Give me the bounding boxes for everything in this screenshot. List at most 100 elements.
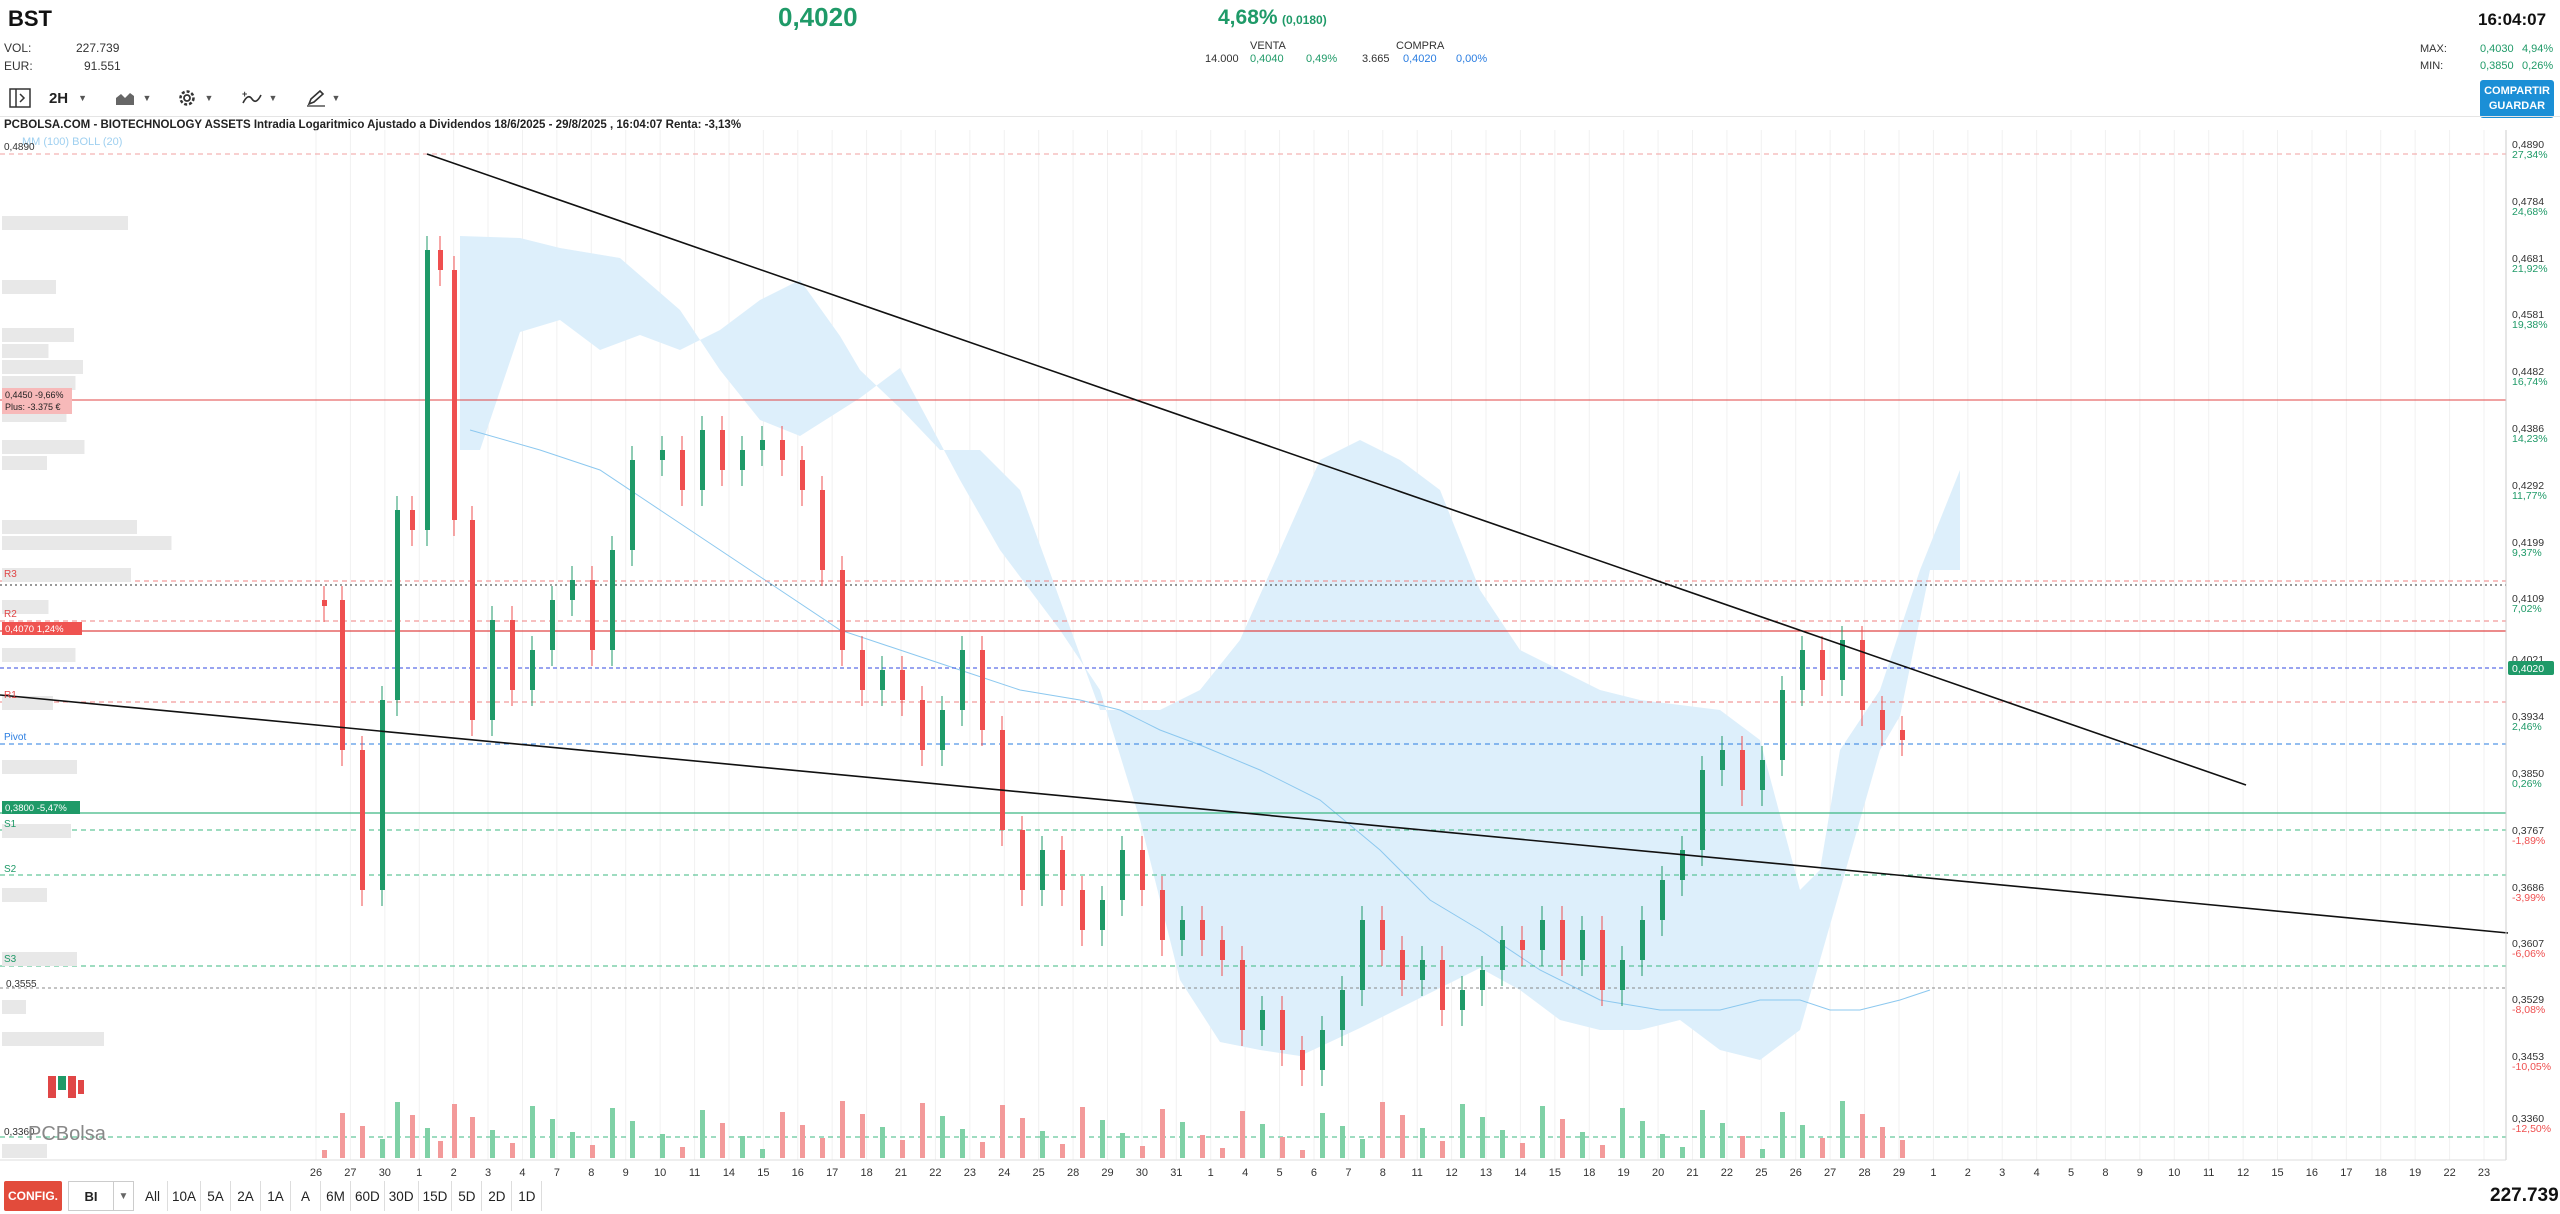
time-axis-label: 12 [2237, 1167, 2249, 1178]
time-axis-label: 17 [826, 1167, 838, 1178]
time-axis-label: 24 [998, 1167, 1010, 1178]
volume-profile-bar [2, 1032, 104, 1046]
range-button-5d[interactable]: 5D [452, 1181, 483, 1211]
time-axis-label: 5 [1276, 1167, 1282, 1178]
candle-body [1700, 770, 1705, 850]
buy-pct: 0,00% [1456, 53, 1488, 65]
gear-icon [178, 90, 195, 106]
candle-body [1280, 1010, 1285, 1050]
drawing-tools-button[interactable]: ▼ [300, 84, 346, 112]
volume-bar [1880, 1127, 1885, 1158]
time-axis-label: 4 [519, 1167, 525, 1178]
candle-body [452, 270, 457, 520]
axis-return-label: 21,92% [2512, 263, 2548, 275]
time-axis-label: 29 [1893, 1167, 1905, 1178]
candle-body [1160, 890, 1165, 940]
range-button-2a[interactable]: 2A [231, 1181, 262, 1211]
time-axis-label: 22 [2443, 1167, 2455, 1178]
share-save-button[interactable]: COMPARTIR GUARDAR [2480, 80, 2554, 118]
candle-body [1080, 890, 1085, 930]
candle-body [1740, 750, 1745, 790]
volume-bar [720, 1123, 725, 1158]
config-button[interactable]: CONFIG. [4, 1181, 62, 1211]
mode-select-value: BI [84, 1188, 98, 1204]
time-axis-label: 28 [1858, 1167, 1870, 1178]
candle-body [1500, 940, 1505, 970]
candle-body [1240, 960, 1245, 1030]
svg-text:+: + [242, 89, 247, 99]
range-button-2d[interactable]: 2D [482, 1181, 513, 1211]
range-button-60d[interactable]: 60D [351, 1181, 385, 1211]
volume-profile-bar [2, 376, 76, 390]
sell-label: VENTA [1250, 40, 1286, 52]
chevron-down-icon: ▼ [78, 93, 88, 103]
range-button-all[interactable]: All [138, 1181, 168, 1211]
price-chart[interactable]: 0,4890 0,4450 -9,66% Plus: -3.375 € R3 R… [0, 130, 2560, 1178]
range-button-10a[interactable]: 10A [168, 1181, 202, 1211]
panel-icon [9, 88, 31, 108]
volume-bar [1080, 1107, 1085, 1158]
volume-profile-bar [2, 536, 172, 550]
time-axis-label: 26 [1790, 1167, 1802, 1178]
candle-body [760, 440, 765, 450]
volume-bar [800, 1125, 805, 1158]
sidebar-toggle-button[interactable] [6, 84, 34, 112]
candle-body [1320, 1030, 1325, 1070]
candle-body [1780, 690, 1785, 760]
mode-select[interactable]: BI ▼ [68, 1181, 134, 1211]
level-3555: 0,3555 [6, 979, 37, 990]
range-button-30d[interactable]: 30D [385, 1181, 419, 1211]
volume-bar [1740, 1136, 1745, 1158]
interval-select[interactable]: 2H ▼ [46, 84, 90, 112]
time-axis-label: 8 [1380, 1167, 1386, 1178]
range-button-15d[interactable]: 15D [419, 1181, 453, 1211]
volume-profile-bar [2, 648, 76, 662]
volume-bar [1040, 1131, 1045, 1158]
time-axis-label: 13 [1480, 1167, 1492, 1178]
chevron-down-icon: ▼ [204, 93, 214, 103]
candle-body [510, 620, 515, 690]
axis-return-label: 27,34% [2512, 149, 2548, 161]
time-axis-label: 30 [1136, 1167, 1148, 1178]
volume-bar [550, 1119, 555, 1158]
axis-return-label: -3,99% [2512, 892, 2545, 904]
candle-body [1340, 990, 1345, 1030]
volume-bar [1760, 1149, 1765, 1158]
volume-bar [700, 1110, 705, 1158]
symbol: BST [8, 6, 52, 31]
range-button-1d[interactable]: 1D [512, 1181, 543, 1211]
candle-body [1520, 940, 1525, 950]
tag-4450-text: 0,4450 -9,66% [5, 390, 64, 400]
volume-bars [322, 1101, 1905, 1158]
time-axis-label: 19 [2409, 1167, 2421, 1178]
volume-bar [760, 1149, 765, 1158]
buy-qty: 3.665 [1362, 53, 1390, 65]
volume-bar [1460, 1104, 1465, 1158]
range-button-1a[interactable]: 1A [261, 1181, 292, 1211]
buy-label: COMPRA [1396, 40, 1445, 52]
range-button-a[interactable]: A [291, 1181, 322, 1211]
candle-body [980, 650, 985, 730]
candle-body [1360, 920, 1365, 990]
time-axis-label: 9 [623, 1167, 629, 1178]
candle-body [800, 460, 805, 490]
range-button-5a[interactable]: 5A [201, 1181, 232, 1211]
axis-return-label: 0,26% [2512, 778, 2542, 790]
time-axis-label: 14 [1514, 1167, 1526, 1178]
range-button-6m[interactable]: 6M [321, 1181, 352, 1211]
time-axis-label: 18 [860, 1167, 872, 1178]
volume-bar [1540, 1106, 1545, 1158]
indicators-button[interactable]: + ▼ [236, 84, 282, 112]
chart-type-button[interactable]: ▼ [110, 84, 156, 112]
time-axis-label: 29 [1101, 1167, 1113, 1178]
time-axis-label: 7 [554, 1167, 560, 1178]
volume-profile-bar [2, 360, 83, 374]
time-axis-label: 6 [1311, 1167, 1317, 1178]
volume-bar [940, 1116, 945, 1158]
time-axis-label: 30 [379, 1167, 391, 1178]
pencil-icon [306, 89, 325, 107]
candle-body [680, 450, 685, 490]
candle-body [1540, 920, 1545, 950]
axis-return-label: 14,23% [2512, 433, 2548, 445]
settings-button[interactable]: ▼ [172, 84, 218, 112]
